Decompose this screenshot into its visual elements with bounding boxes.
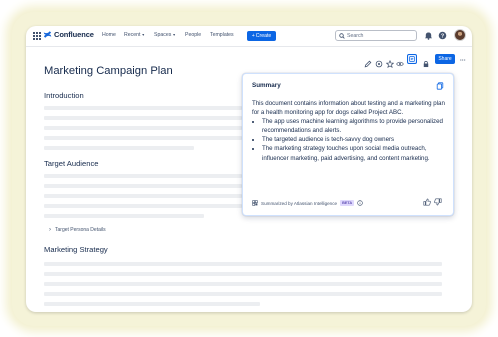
copy-icon[interactable] (436, 82, 444, 90)
text-placeholder-line (44, 194, 242, 198)
page-title: Marketing Campaign Plan (44, 65, 173, 77)
nav-recent[interactable]: Recent ▼ (124, 32, 145, 38)
confluence-window: Confluence Home Recent ▼ Spaces ▼ People… (26, 26, 472, 312)
watch-icon[interactable] (375, 55, 383, 68)
more-actions-button[interactable]: ••• (458, 54, 468, 64)
star-icon[interactable] (385, 55, 395, 68)
text-placeholder-line (44, 184, 242, 188)
plus-icon: + (251, 33, 255, 39)
section-heading-marketing-strategy: Marketing Strategy (44, 245, 108, 254)
text-placeholder-line (44, 214, 204, 218)
text-placeholder-line (44, 116, 242, 120)
nav-recent-label: Recent (124, 32, 141, 38)
text-placeholder-line (44, 174, 242, 178)
chevron-down-icon: ▼ (141, 33, 145, 37)
summary-title: Summary (252, 82, 281, 89)
summary-bullets: The app uses machine learning algorithms… (252, 117, 446, 162)
section-heading-target-audience: Target Audience (44, 159, 99, 168)
nav-home-label: Home (102, 32, 116, 38)
search-icon (339, 32, 345, 39)
top-navigation: Confluence Home Recent ▼ Spaces ▼ People… (26, 26, 472, 47)
beta-badge: BETA (340, 200, 355, 206)
text-placeholder-line (44, 106, 242, 110)
text-placeholder-line (44, 272, 442, 276)
section-heading-introduction: Introduction (44, 91, 84, 100)
summary-intro: This document contains information about… (252, 100, 445, 117)
ai-summary-icon (409, 56, 415, 62)
text-placeholder-line (44, 292, 442, 296)
more-icon: ••• (460, 56, 466, 62)
info-icon[interactable] (357, 200, 363, 206)
text-placeholder-line (44, 146, 194, 150)
confluence-logo[interactable]: Confluence (43, 30, 94, 39)
thumbs-up-icon[interactable] (423, 198, 431, 206)
text-placeholder-line (44, 126, 242, 130)
summary-footer: Summarized by Atlassian Intelligence BET… (252, 200, 363, 206)
nav-templates[interactable]: Templates (210, 32, 234, 38)
text-placeholder-line (44, 136, 242, 140)
expand-label: Target Persona Details (55, 227, 106, 233)
text-placeholder-line (44, 302, 260, 306)
summary-body: This document contains information about… (252, 99, 446, 163)
view-icon[interactable] (396, 55, 404, 67)
create-button-label: Create (255, 33, 272, 39)
restrictions-icon[interactable] (422, 55, 430, 68)
text-placeholder-line (44, 204, 242, 208)
text-placeholder-line (44, 282, 442, 286)
nav-spaces-label: Spaces (154, 32, 172, 38)
atlassian-intelligence-icon (252, 200, 258, 206)
summary-bullet: The app uses machine learning algorithms… (262, 117, 446, 135)
app-switcher-icon[interactable] (33, 32, 41, 40)
ai-summary-button[interactable] (407, 54, 417, 64)
thumbs-down-icon[interactable] (434, 198, 442, 206)
text-placeholder-line (44, 262, 442, 266)
chevron-right-icon: › (49, 227, 51, 233)
ai-summary-panel: Summary This document contains informati… (242, 73, 454, 216)
avatar[interactable] (454, 29, 466, 41)
edit-icon[interactable] (364, 55, 372, 68)
search-box[interactable] (335, 30, 417, 41)
nav-templates-label: Templates (210, 32, 234, 38)
chevron-down-icon: ▼ (172, 33, 176, 37)
svg-text:?: ? (441, 33, 444, 39)
nav-people[interactable]: People (185, 32, 201, 38)
notifications-icon[interactable] (424, 31, 433, 40)
create-button[interactable]: + Create (247, 31, 276, 41)
summary-bullet: The targeted audience is tech-savvy dog … (262, 135, 446, 144)
expand-target-persona-details[interactable]: › Target Persona Details (49, 227, 106, 233)
app-name: Confluence (54, 30, 94, 39)
confluence-logo-icon (43, 31, 52, 38)
share-button[interactable]: Share (435, 54, 455, 64)
help-icon[interactable]: ? (438, 31, 447, 40)
nav-home[interactable]: Home (102, 32, 116, 38)
nav-spaces[interactable]: Spaces ▼ (154, 32, 176, 38)
summary-bullet: The marketing strategy touches upon soci… (262, 144, 446, 162)
share-button-label: Share (438, 56, 452, 62)
summarized-by-label: Summarized by Atlassian Intelligence (261, 200, 338, 206)
nav-people-label: People (185, 32, 202, 38)
search-input[interactable] (347, 32, 407, 39)
